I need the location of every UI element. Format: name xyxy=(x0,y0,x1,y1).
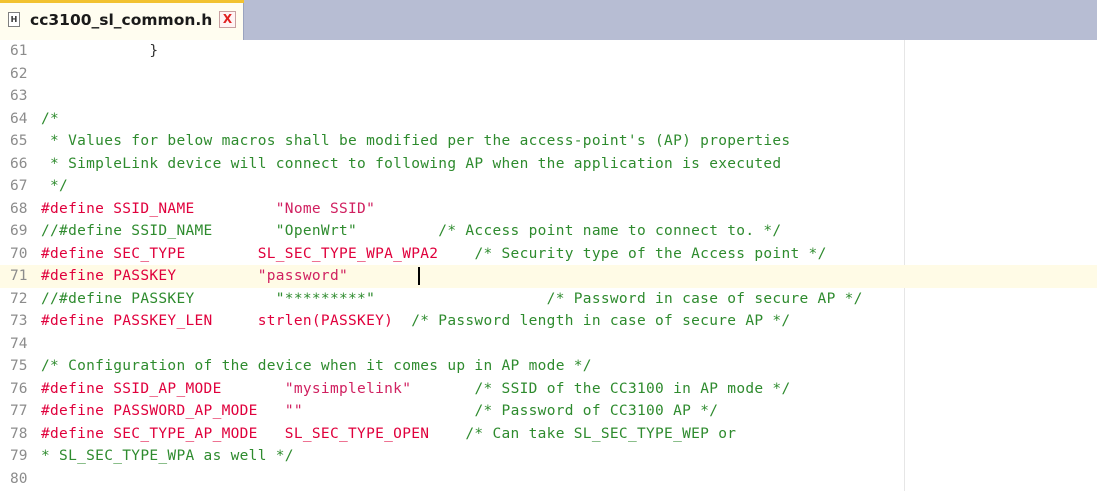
code-text: * SL_SEC_TYPE_WPA as well */ xyxy=(41,445,294,468)
code-token: #define PASSKEY_LEN strlen(PASSKEY) xyxy=(41,313,412,329)
code-text: #define SSID_AP_MODE "mysimplelink" /* S… xyxy=(41,378,791,401)
code-text: /* Configuration of the device when it c… xyxy=(41,355,592,378)
code-token: #define PASSWORD_AP_MODE xyxy=(41,403,285,419)
code-token: } xyxy=(41,43,159,59)
line-number: 78 xyxy=(10,425,28,442)
code-line[interactable]: 77 #define PASSWORD_AP_MODE "" /* Passwor… xyxy=(0,400,1097,423)
code-token: /* SSID of the CC3100 in AP mode */ xyxy=(474,380,791,397)
line-number: 63 xyxy=(10,88,28,104)
header-file-icon: H xyxy=(8,12,20,27)
code-token: /* xyxy=(41,110,60,127)
line-number: 64 xyxy=(10,110,28,127)
code-token: #define SEC_TYPE_AP_MODE SL_SEC_TYPE_OPE… xyxy=(41,425,466,442)
code-token: /* Can take SL_SEC_TYPE_WEP or xyxy=(465,425,737,442)
tab-bar: H cc3100_sl_common.h X xyxy=(0,0,1097,40)
code-line[interactable]: 73 #define PASSKEY_LEN strlen(PASSKEY) /*… xyxy=(0,310,1097,333)
code-text: #define PASSKEY_LEN strlen(PASSKEY) /* P… xyxy=(41,310,790,333)
code-token: /* Password length in case of secure AP … xyxy=(411,313,791,329)
code-line[interactable]: 74 xyxy=(0,333,1097,356)
line-number: 67 xyxy=(10,178,28,194)
code-token: #define SSID_AP_MODE xyxy=(41,380,285,397)
code-text: //#define SSID_NAME "OpenWrt" /* Access … xyxy=(41,220,781,243)
code-text: /* xyxy=(41,108,59,131)
line-number: 79 xyxy=(10,448,28,464)
code-text: */ xyxy=(41,175,68,198)
code-token: "mysimplelink" xyxy=(284,380,412,397)
code-text: * SimpleLink device will connect to foll… xyxy=(41,153,781,176)
code-editor[interactable]: 61 } 62 63 64 /* 65 * Values for below macros… xyxy=(0,40,1097,491)
code-text: #define SEC_TYPE SL_SEC_TYPE_WPA_WPA2 /*… xyxy=(41,243,827,266)
line-number: 69 xyxy=(10,223,28,239)
code-line[interactable]: 67 */ xyxy=(0,175,1097,198)
code-line[interactable]: 69 //#define SSID_NAME "OpenWrt" /* Acces… xyxy=(0,220,1097,243)
code-text: #define PASSKEY "password" xyxy=(41,265,348,288)
code-token: #define SEC_TYPE SL_SEC_TYPE_WPA_WPA2 xyxy=(41,245,475,262)
code-line[interactable]: 64 /* xyxy=(0,108,1097,131)
code-text: #define SSID_NAME "Nome SSID" xyxy=(41,198,375,221)
code-token: "password" xyxy=(257,268,349,284)
code-line[interactable]: 62 xyxy=(0,63,1097,86)
code-token: "" xyxy=(284,403,303,419)
line-number: 68 xyxy=(10,200,28,217)
line-number: 75 xyxy=(10,358,28,374)
line-number: 72 xyxy=(10,290,28,307)
code-text: * Values for below macros shall be modif… xyxy=(41,130,790,153)
line-number: 73 xyxy=(10,313,28,329)
text-cursor xyxy=(418,267,420,285)
code-text: #define SEC_TYPE_AP_MODE SL_SEC_TYPE_OPE… xyxy=(41,423,736,446)
line-number: 62 xyxy=(10,65,28,82)
code-line[interactable]: 71 #define PASSKEY "password" xyxy=(0,265,1097,288)
code-token: #define PASSKEY xyxy=(41,268,258,284)
code-text: #define PASSWORD_AP_MODE "" /* Password … xyxy=(41,400,718,423)
code-line[interactable]: 80 xyxy=(0,468,1097,491)
code-line[interactable]: 68 #define SSID_NAME "Nome SSID" xyxy=(0,198,1097,221)
code-line[interactable]: 72 //#define PASSKEY "*********" /* Passw… xyxy=(0,288,1097,311)
line-number: 61 xyxy=(10,43,28,59)
code-text: //#define PASSKEY "*********" /* Passwor… xyxy=(41,288,863,311)
code-line[interactable]: 75 /* Configuration of the device when it… xyxy=(0,355,1097,378)
close-tab-icon[interactable]: X xyxy=(219,11,236,28)
line-number: 74 xyxy=(10,335,28,352)
line-number: 77 xyxy=(10,403,28,419)
line-number: 71 xyxy=(10,268,28,284)
code-token: /* Security type of the Access point */ xyxy=(474,245,827,262)
code-token: */ xyxy=(41,178,69,194)
tab-cc3100-sl-common-h[interactable]: H cc3100_sl_common.h X xyxy=(0,0,244,40)
line-number: 65 xyxy=(10,133,28,149)
code-token: /* Password of CC3100 AP */ xyxy=(474,403,719,419)
code-line[interactable]: 79 * SL_SEC_TYPE_WPA as well */ xyxy=(0,445,1097,468)
code-token: /* Configuration of the device when it c… xyxy=(41,358,592,374)
line-number: 80 xyxy=(10,470,28,487)
code-token: //#define SSID_NAME "OpenWrt" /* Access … xyxy=(41,223,782,239)
line-number: 66 xyxy=(10,155,28,172)
code-line[interactable]: 66 * SimpleLink device will connect to f… xyxy=(0,153,1097,176)
code-token: * SimpleLink device will connect to foll… xyxy=(41,155,782,172)
code-line[interactable]: 76 #define SSID_AP_MODE "mysimplelink" /*… xyxy=(0,378,1097,401)
code-text: } xyxy=(41,40,158,63)
code-line[interactable]: 61 } xyxy=(0,40,1097,63)
code-token: "Nome SSID" xyxy=(275,200,376,217)
line-number: 76 xyxy=(10,380,28,397)
code-line[interactable]: 63 xyxy=(0,85,1097,108)
active-tab-indicator xyxy=(0,0,244,3)
line-number: 70 xyxy=(10,245,28,262)
code-token: * Values for below macros shall be modif… xyxy=(41,133,791,149)
code-token: #define SSID_NAME xyxy=(41,200,276,217)
code-line[interactable]: 70 #define SEC_TYPE SL_SEC_TYPE_WPA_WPA2 … xyxy=(0,243,1097,266)
code-line[interactable]: 78 #define SEC_TYPE_AP_MODE SL_SEC_TYPE_O… xyxy=(0,423,1097,446)
code-token: * SL_SEC_TYPE_WPA as well */ xyxy=(41,448,294,464)
code-token: //#define PASSKEY "*********" /* Passwor… xyxy=(41,290,863,307)
code-line[interactable]: 65 * Values for below macros shall be mo… xyxy=(0,130,1097,153)
tab-title: cc3100_sl_common.h xyxy=(30,11,213,29)
